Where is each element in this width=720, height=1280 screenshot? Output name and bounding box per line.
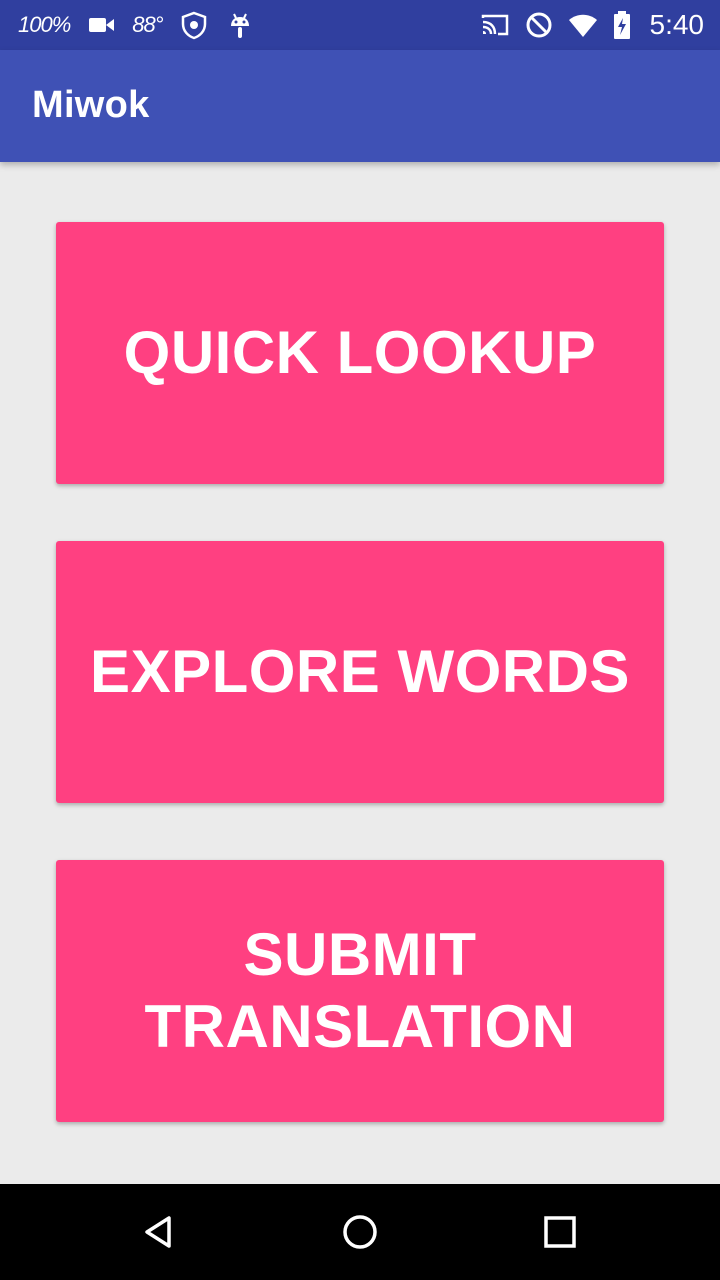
system-nav-bar [0,1184,720,1280]
status-bar: 100% 88° 5:40 [0,0,720,50]
submit-translation-label: SUBMIT TRANSLATION [144,921,576,1060]
home-circle-icon[interactable] [336,1208,384,1256]
do-not-disturb-icon [524,10,554,40]
temperature-text: 88° [132,12,163,37]
quick-lookup-label: QUICK LOOKUP [123,319,597,386]
app-bar: Miwok [0,50,720,162]
app-title: Miwok [32,84,150,126]
status-left-group: 100% 88° [18,0,255,50]
explore-words-button[interactable]: EXPLORE WORDS [56,541,664,803]
recents-square-icon[interactable] [536,1208,584,1256]
video-camera-icon [86,10,116,40]
quick-lookup-button[interactable]: QUICK LOOKUP [56,222,664,484]
submit-translation-button[interactable]: SUBMIT TRANSLATION [56,860,664,1122]
back-triangle-icon[interactable] [136,1208,184,1256]
main-content: QUICK LOOKUP EXPLORE WORDS SUBMIT TRANSL… [0,162,720,1184]
status-right-group: 5:40 [480,0,705,50]
explore-words-label: EXPLORE WORDS [90,638,630,705]
shield-icon [179,10,209,40]
screen: 100% 88° 5:40 Miwok QUICK LOOKUP EXPLORE… [0,0,720,1280]
battery-charging-icon [612,10,632,40]
wifi-icon [568,10,598,40]
battery-percent-text: 100% [18,12,71,37]
android-icon [225,10,255,40]
clock-time: 5:40 [649,9,705,40]
cast-icon [480,10,510,40]
